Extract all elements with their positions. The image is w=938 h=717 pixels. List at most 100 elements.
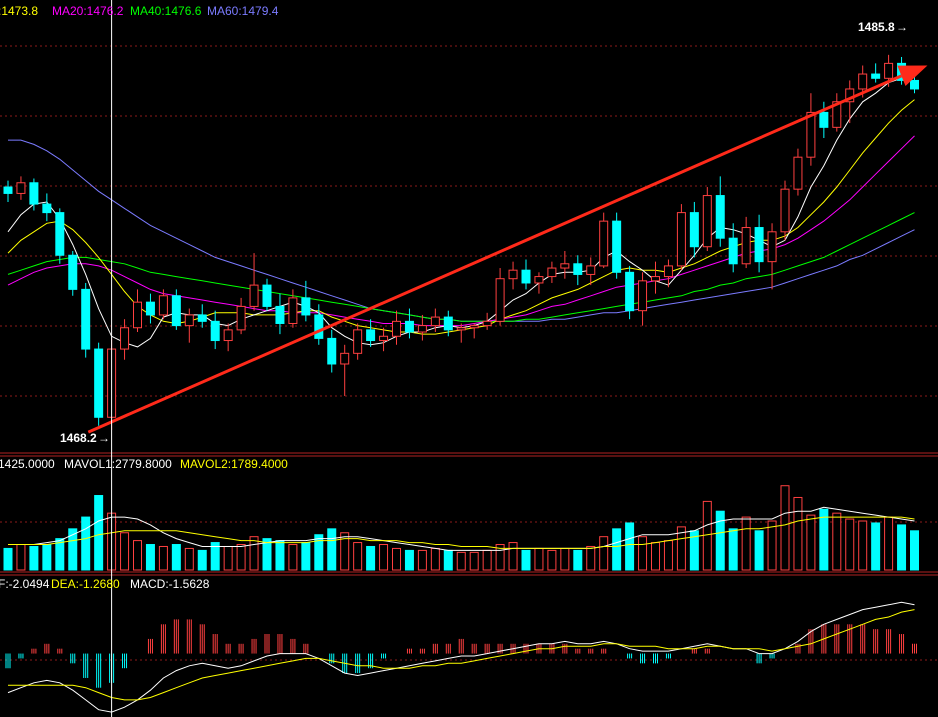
candle-body-44	[573, 263, 583, 275]
volume-bar-22	[288, 544, 298, 571]
candle-body-16	[210, 320, 220, 342]
legend-dea: DEA:-1.2680	[51, 577, 120, 591]
legend-ma20: MA20:1476.2	[52, 4, 124, 18]
candle-body-52	[676, 212, 686, 267]
candle-body-68	[884, 62, 894, 79]
legend-ma40: MA40:1476.6	[130, 4, 202, 18]
volume-bar-61	[793, 496, 803, 571]
candle-body-40	[521, 269, 531, 284]
volume-bar-40	[521, 549, 531, 571]
candle-body-58	[754, 227, 764, 263]
candle-body-35	[456, 327, 466, 331]
candle-body-10	[133, 301, 142, 329]
candle-body-12	[158, 295, 168, 316]
candle-body-4	[55, 212, 65, 256]
candle-body-3	[42, 203, 52, 214]
candle-body-45	[586, 265, 596, 275]
volume-bar-6	[81, 516, 91, 571]
candle-body-24	[314, 314, 324, 339]
candle-body-20	[262, 284, 272, 307]
candle-body-48	[625, 271, 635, 312]
candle-body-55	[715, 195, 725, 239]
volume-bar-70	[910, 530, 919, 571]
legend-macd: MACD:-1.5628	[130, 577, 210, 591]
volume-bar-68	[884, 516, 894, 571]
volume-bar-9	[120, 532, 130, 571]
candle-body-22	[288, 297, 298, 324]
candle-body-32	[417, 325, 427, 333]
volume-bar-7	[94, 495, 104, 571]
candle-body-7	[94, 348, 104, 418]
legend-ma60: MA60:1479.4	[207, 4, 279, 18]
volume-bar-34	[443, 549, 453, 571]
candle-body-54	[702, 195, 712, 248]
volume-bar-15	[197, 549, 207, 571]
candle-body-1	[16, 182, 26, 194]
candle-body-67	[871, 73, 881, 79]
volume-bar-62	[806, 514, 816, 571]
volume-bar-46	[599, 536, 609, 571]
candle-body-26	[340, 352, 350, 365]
stock-chart[interactable]: :1473.8 MA20:1476.2 MA40:1476.6 MA60:147…	[0, 0, 938, 717]
candle-body-39	[508, 269, 518, 280]
candle-body-70	[910, 79, 919, 90]
volume-bar-31	[404, 549, 414, 571]
volume-bar-58	[754, 530, 764, 571]
candle-body-66	[858, 73, 868, 90]
candle-body-21	[275, 305, 285, 324]
legend-mavol2: MAVOL2:1789.4000	[180, 457, 288, 471]
volume-bar-18	[236, 544, 246, 571]
candle-body-28	[366, 329, 376, 342]
volume-bar-23	[301, 542, 311, 571]
candle-body-25	[327, 337, 337, 365]
candle-body-36	[469, 325, 479, 329]
candle-body-33	[430, 316, 440, 327]
candle-body-47	[612, 220, 622, 273]
volume-bar-41	[534, 547, 544, 571]
volume-bar-51	[663, 540, 673, 571]
volume-bar-14	[184, 547, 194, 571]
volume-bar-50	[651, 542, 660, 571]
candle-body-46	[599, 220, 609, 267]
volume-bar-59	[767, 520, 777, 571]
volume-bar-56	[728, 528, 738, 571]
volume-bar-49	[638, 536, 648, 571]
candle-body-56	[728, 237, 738, 265]
candle-body-38	[495, 278, 505, 322]
volume-bar-47	[612, 528, 622, 571]
low-label-arrow: →	[98, 431, 110, 445]
volume-bar-67	[871, 522, 881, 571]
candle-body-60	[780, 188, 790, 233]
volume-bar-27	[353, 542, 363, 571]
volume-bar-55	[715, 510, 725, 571]
volume-bar-30	[392, 547, 401, 571]
candle-body-31	[404, 320, 414, 333]
candle-body-15	[197, 314, 207, 322]
volume-bar-10	[133, 540, 142, 571]
candle-body-2	[29, 182, 39, 205]
candle-body-17	[223, 329, 233, 342]
volume-bar-57	[741, 516, 751, 571]
candle-body-5	[68, 254, 78, 290]
volume-bar-35	[456, 551, 466, 571]
volume-bar-65	[845, 518, 855, 571]
volume-bar-21	[275, 540, 285, 571]
volume-bar-64	[832, 512, 842, 571]
volume-bar-45	[586, 545, 596, 571]
volume-bar-11	[145, 544, 155, 571]
candle-body-34	[443, 316, 453, 331]
candle-body-19	[249, 284, 259, 307]
candle-body-59	[767, 231, 777, 263]
volume-bar-25	[327, 528, 337, 571]
legend-volume: 1425.0000	[0, 457, 55, 471]
volume-bar-17	[223, 545, 233, 571]
candle-body-13	[171, 295, 181, 327]
volume-bar-48	[625, 522, 635, 571]
high-price-label: 1485.8	[858, 20, 895, 34]
candle-body-51	[663, 265, 673, 278]
volume-bar-32	[417, 549, 427, 571]
candle-body-50	[651, 276, 660, 282]
candle-body-6	[81, 288, 91, 350]
legend-dif: F:-2.0494	[0, 577, 50, 591]
volume-bar-12	[158, 545, 168, 571]
